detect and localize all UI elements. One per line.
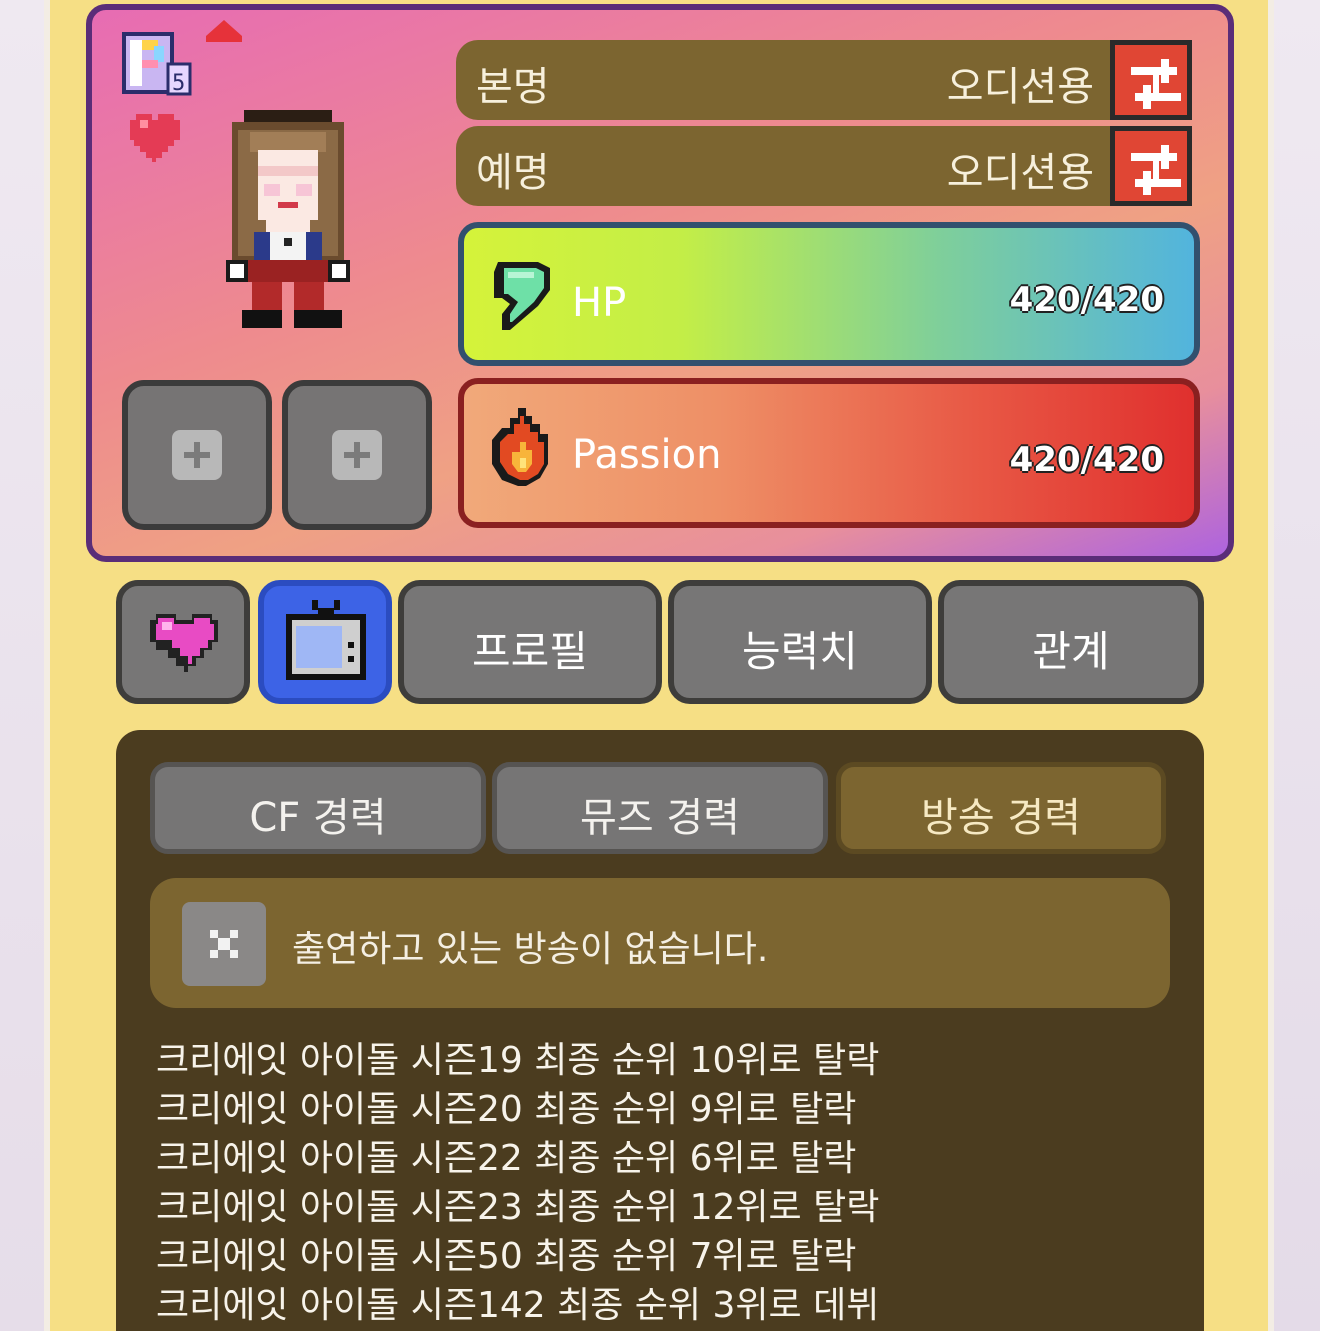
- passion-label: Passion: [572, 432, 722, 478]
- list-item: 크리에잇 아이돌 시즌23 최종 순위 12위로 탈락: [156, 1187, 880, 1228]
- career-panel: CF 경력 뮤즈 경력 방송 경력 출연하고 있는 방송이 없습니다. 크리에잇…: [116, 730, 1204, 1331]
- change-real-name-button[interactable]: [1110, 40, 1192, 120]
- tab-favorite[interactable]: [116, 580, 250, 704]
- hp-crystal-icon: [494, 262, 550, 330]
- tv-icon: [286, 600, 366, 680]
- tab-stats[interactable]: 능력치: [668, 580, 932, 704]
- real-name-label: 본명: [476, 64, 550, 110]
- career-history-list: 크리에잇 아이돌 시즌19 최종 순위 10위로 탈락 크리에잇 아이돌 시즌2…: [156, 1036, 879, 1330]
- list-item: 크리에잇 아이돌 시즌20 최종 순위 9위로 탈락: [156, 1089, 857, 1130]
- rank-badge-icon: 5: [120, 30, 192, 98]
- hp-value: 420/420: [1009, 280, 1164, 320]
- hp-label: HP: [572, 280, 627, 326]
- background-left: [0, 0, 44, 1331]
- accessory-slot-2[interactable]: [282, 380, 432, 530]
- real-name-row: 본명 오디션용: [456, 40, 1192, 120]
- list-item: 크리에잇 아이돌 시즌22 최종 순위 6위로 탈락: [156, 1138, 857, 1179]
- change-stage-name-button[interactable]: [1110, 126, 1192, 206]
- tab-stats-label: 능력치: [742, 627, 858, 676]
- close-button[interactable]: [182, 902, 266, 986]
- hp-bar: HP 420/420: [458, 222, 1200, 366]
- swap-icon: [1131, 145, 1181, 195]
- passion-bar: Passion 420/420: [458, 378, 1200, 528]
- heart-icon: [150, 614, 218, 672]
- character-avatar: [218, 110, 358, 334]
- passion-value: 420/420: [1009, 440, 1164, 480]
- rank-up-base: [206, 36, 242, 42]
- tab-broadcast[interactable]: [258, 580, 392, 704]
- tab-relations[interactable]: 관계: [938, 580, 1204, 704]
- tab-cf-career-label: CF 경력: [249, 795, 387, 841]
- tab-profile[interactable]: 프로필: [398, 580, 662, 704]
- tab-relations-label: 관계: [1032, 627, 1110, 676]
- accessory-slot-1[interactable]: [122, 380, 272, 530]
- real-name-value: 오디션용: [946, 64, 1094, 110]
- tab-muse-career-label: 뮤즈 경력: [580, 795, 740, 841]
- background-right: [1274, 0, 1320, 1331]
- add-icon: [172, 430, 222, 480]
- list-item: 크리에잇 아이돌 시즌50 최종 순위 7위로 탈락: [156, 1236, 857, 1277]
- stage-name-label: 예명: [476, 150, 550, 196]
- add-icon: [332, 430, 382, 480]
- swap-icon: [1131, 59, 1181, 109]
- list-item: 크리에잇 아이돌 시즌19 최종 순위 10위로 탈락: [156, 1040, 880, 1081]
- tab-profile-label: 프로필: [472, 627, 588, 676]
- no-broadcast-notice: 출연하고 있는 방송이 없습니다.: [150, 878, 1170, 1008]
- tab-broadcast-career-label: 방송 경력: [921, 795, 1081, 841]
- tab-cf-career[interactable]: CF 경력: [150, 762, 486, 854]
- rank-up-icon: [206, 20, 242, 36]
- favorite-heart-icon[interactable]: [130, 112, 188, 164]
- stage-name-value: 오디션용: [946, 150, 1094, 196]
- flame-icon: [492, 408, 548, 486]
- stage-name-row: 예명 오디션용: [456, 126, 1192, 206]
- list-item: 크리에잇 아이돌 시즌142 최종 순위 3위로 데뷔: [156, 1285, 880, 1326]
- notice-text: 출연하고 있는 방송이 없습니다.: [292, 929, 769, 970]
- tab-broadcast-career[interactable]: 방송 경력: [836, 762, 1166, 854]
- rank-level: 5: [172, 71, 185, 96]
- close-icon: [210, 930, 238, 958]
- tab-muse-career[interactable]: 뮤즈 경력: [492, 762, 828, 854]
